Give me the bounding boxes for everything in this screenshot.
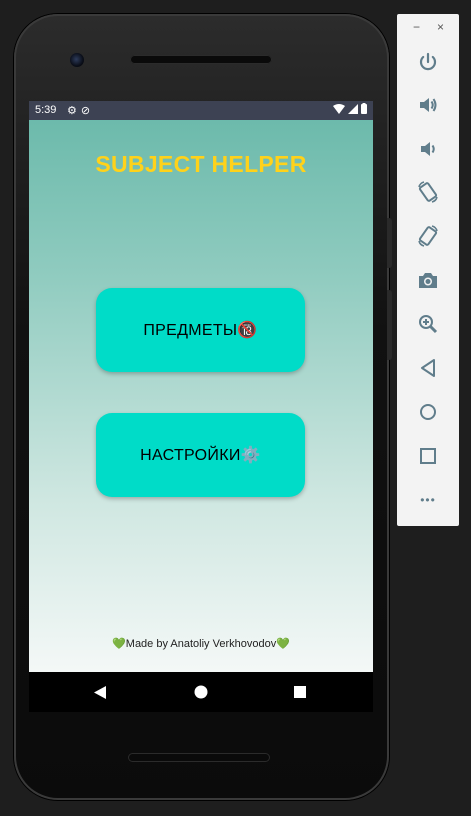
settings-button[interactable]: НАСТРОЙКИ⚙️ xyxy=(96,413,305,497)
back-button[interactable] xyxy=(414,354,442,382)
volume-up-button[interactable] xyxy=(414,91,442,119)
app-title: SUBJECT HELPER xyxy=(95,151,307,177)
subjects-button[interactable]: ПРЕДМЕТЫ🔞 xyxy=(96,288,305,372)
volume-down-button[interactable] xyxy=(414,135,442,163)
home-icon xyxy=(420,404,436,420)
minimize-button[interactable]: − xyxy=(413,20,420,34)
nav-recents-button[interactable] xyxy=(280,672,320,712)
overview-icon xyxy=(420,448,436,464)
home-circle-icon xyxy=(194,685,208,699)
zoom-icon xyxy=(419,315,438,334)
battery-icon xyxy=(361,103,367,114)
back-triangle-icon xyxy=(94,685,106,699)
wifi-icon xyxy=(333,103,345,114)
volume-down-icon xyxy=(421,142,435,156)
back-icon xyxy=(421,359,435,377)
rotate-left-icon xyxy=(418,181,438,203)
bottom-speaker xyxy=(128,753,270,762)
app-screen: 5:39 ⚙⊘ SUBJECT HELPER ПРЕДМЕТЫ🔞 НАСТРОЙ… xyxy=(29,101,373,672)
home-button[interactable] xyxy=(414,398,442,426)
overview-button[interactable] xyxy=(414,442,442,470)
close-button[interactable]: × xyxy=(437,20,444,34)
rotate-right-button[interactable] xyxy=(414,222,442,250)
power-icon xyxy=(419,52,437,71)
power-key xyxy=(387,218,392,268)
nav-home-button[interactable] xyxy=(181,672,221,712)
data-saver-icon: ⊘ xyxy=(80,105,95,117)
subjects-button-label: ПРЕДМЕТЫ🔞 xyxy=(143,322,258,339)
emulator-toolbar: − × ••• xyxy=(397,14,459,526)
settings-button-label: НАСТРОЙКИ⚙️ xyxy=(140,447,261,464)
zoom-button[interactable] xyxy=(414,310,442,338)
status-time: 5:39 xyxy=(35,104,57,116)
author-footer: 💚Made by Anatoliy Verkhovodov💚 xyxy=(112,638,290,650)
recents-square-icon xyxy=(294,686,306,698)
status-bar: 5:39 ⚙⊘ xyxy=(29,101,373,120)
more-icon: ••• xyxy=(420,493,436,507)
nav-back-button[interactable] xyxy=(80,672,120,712)
screenshot-button[interactable] xyxy=(414,266,442,294)
volume-up-icon xyxy=(420,98,437,112)
rotate-right-icon xyxy=(418,225,438,247)
earpiece-speaker xyxy=(130,55,272,64)
settings-gear-icon: ⚙ xyxy=(67,105,81,117)
camera-icon xyxy=(419,273,437,288)
navigation-bar xyxy=(29,672,373,712)
power-button[interactable] xyxy=(414,48,442,76)
signal-icon xyxy=(348,103,358,114)
rotate-left-button[interactable] xyxy=(414,178,442,206)
more-button[interactable]: ••• xyxy=(414,486,442,514)
front-camera xyxy=(70,53,84,67)
volume-key xyxy=(387,290,392,360)
